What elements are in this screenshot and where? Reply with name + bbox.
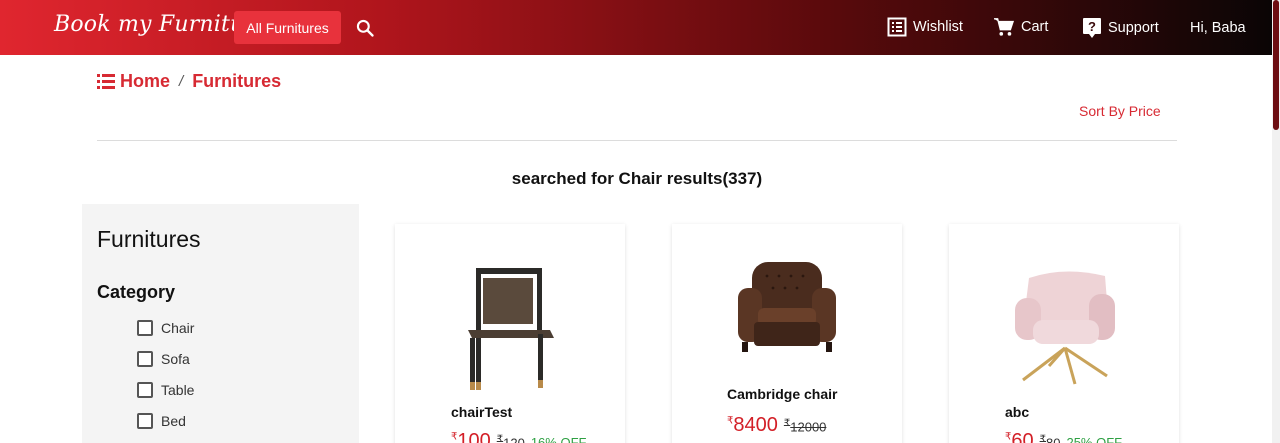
list-bullets-icon <box>97 74 115 89</box>
sidebar-title: Furnitures <box>97 226 201 252</box>
breadcrumb-home-label: Home <box>120 71 171 91</box>
product-name: abc <box>1005 404 1030 420</box>
category-label: Sofa <box>161 351 190 367</box>
cart-label: Cart <box>1021 19 1049 35</box>
product-price: ₹60 <box>1005 430 1034 443</box>
wishlist-link[interactable]: Wishlist <box>887 17 963 37</box>
product-card[interactable]: Cambridge chair ₹8400 ₹12000 <box>672 224 902 443</box>
dining-chair-image <box>468 268 554 390</box>
checkbox-icon[interactable] <box>137 382 153 398</box>
results-heading: searched for Chair results(337) <box>511 169 763 188</box>
cart-link[interactable]: Cart <box>993 17 1048 37</box>
top-navbar: Book my Furniture All Furnitures Wishlis… <box>0 0 1272 55</box>
breadcrumb-home[interactable]: Home <box>97 71 170 92</box>
checkbox-icon[interactable] <box>137 320 153 336</box>
category-label: Table <box>161 382 195 398</box>
wishlist-label: Wishlist <box>913 19 963 35</box>
product-name: Cambridge chair <box>727 386 838 402</box>
product-price: ₹8400 <box>727 414 778 436</box>
category-bed-checkbox[interactable]: Bed <box>137 413 186 429</box>
all-furnitures-button[interactable]: All Furnitures <box>234 11 341 44</box>
product-name: chairTest <box>451 404 513 420</box>
breadcrumb-separator: / <box>179 73 184 90</box>
product-card[interactable]: abc ₹60 ₹80 25% OFF <box>949 224 1179 443</box>
svg-text:?: ? <box>1088 19 1096 34</box>
search-icon[interactable] <box>355 18 375 38</box>
category-table-checkbox[interactable]: Table <box>137 382 194 398</box>
support-link[interactable]: ? Support <box>1082 17 1159 39</box>
category-label: Chair <box>161 320 195 336</box>
category-label: Bed <box>161 413 186 429</box>
armchair-image <box>738 262 836 352</box>
filter-sidebar: Furnitures Category Chair Sofa Table Bed <box>82 204 359 443</box>
price-row: ₹60 ₹80 25% OFF <box>1005 430 1122 443</box>
scrollbar-thumb[interactable] <box>1273 0 1279 130</box>
product-price: ₹100 <box>451 430 491 443</box>
product-mrp: ₹80 <box>1039 433 1061 443</box>
cart-icon <box>994 18 1015 36</box>
help-icon: ? <box>1083 18 1101 38</box>
discount-badge: 16% OFF <box>530 435 587 443</box>
user-greeting[interactable]: Hi, Baba <box>1190 20 1246 36</box>
category-chair-checkbox[interactable]: Chair <box>137 320 194 336</box>
swivel-chair-image <box>1015 271 1115 385</box>
page-scrollbar[interactable] <box>1272 0 1280 443</box>
price-row: ₹8400 ₹12000 <box>727 414 832 437</box>
checkbox-icon[interactable] <box>137 351 153 367</box>
product-mrp: ₹120 <box>496 433 525 443</box>
breadcrumb: Home / Furnitures <box>97 71 281 92</box>
product-mrp: ₹12000 <box>783 417 827 434</box>
list-icon <box>887 17 907 37</box>
category-heading: Category <box>97 282 176 302</box>
sort-by-price-link[interactable]: Sort By Price <box>1079 103 1161 119</box>
product-card[interactable]: chairTest ₹100 ₹120 16% OFF <box>395 224 625 443</box>
checkbox-icon[interactable] <box>137 413 153 429</box>
breadcrumb-current[interactable]: Furnitures <box>192 71 281 92</box>
price-row: ₹100 ₹120 16% OFF <box>451 430 586 443</box>
support-label: Support <box>1108 20 1159 36</box>
category-sofa-checkbox[interactable]: Sofa <box>137 351 190 367</box>
discount-badge: 25% OFF <box>1066 435 1123 443</box>
divider <box>97 140 1177 141</box>
